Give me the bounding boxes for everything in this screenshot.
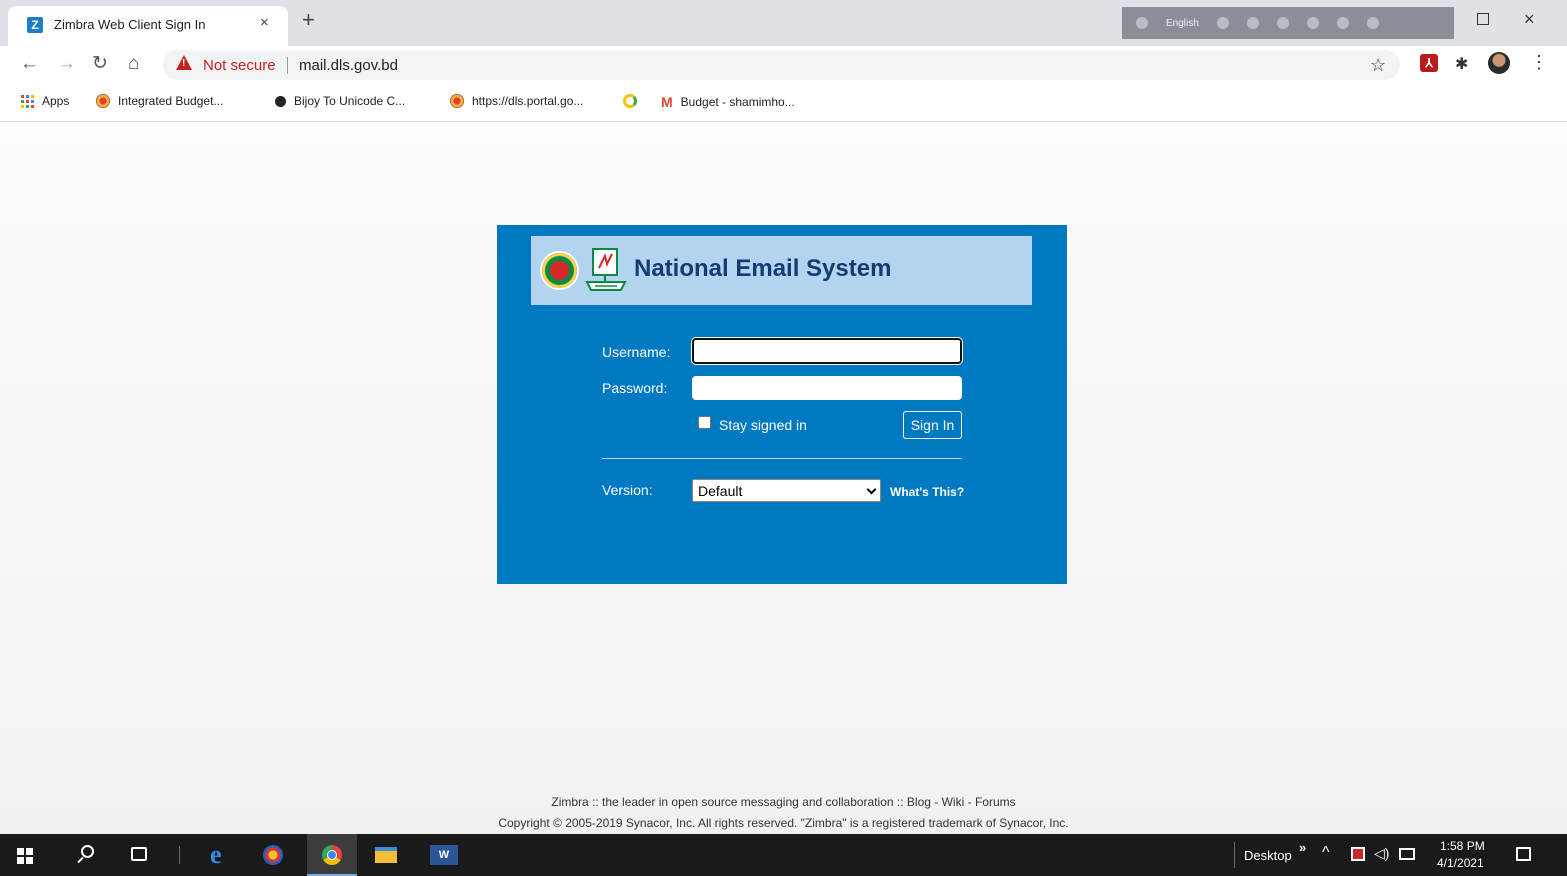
- footer-forums-link[interactable]: Forums: [975, 795, 1016, 809]
- footer-blog-link[interactable]: Blog: [907, 795, 931, 809]
- bookmark-integrated-budget[interactable]: Integrated Budget...: [96, 94, 223, 108]
- version-selected-value: Default: [698, 483, 743, 499]
- whats-this-link[interactable]: What's This?: [890, 485, 964, 499]
- form-divider: [602, 458, 962, 459]
- footer-line-1: Zimbra :: the leader in open source mess…: [0, 792, 1567, 813]
- file-explorer-icon[interactable]: [375, 847, 397, 863]
- taskbar-divider: [179, 846, 180, 864]
- word-icon[interactable]: W: [430, 845, 458, 865]
- zimbra-favicon-icon: Z: [27, 17, 43, 33]
- computer-logo-icon: [585, 248, 627, 291]
- window-restore-icon[interactable]: [1477, 13, 1489, 25]
- banner: National Email System: [531, 236, 1032, 305]
- ring-icon: [623, 94, 637, 108]
- language-indicator[interactable]: English: [1166, 18, 1199, 29]
- ime-icon[interactable]: [1136, 17, 1148, 29]
- extensions-puzzle-icon[interactable]: ✱: [1455, 54, 1468, 74]
- settings-icon[interactable]: [1276, 17, 1289, 29]
- clock-date[interactable]: 4/1/2021: [1437, 856, 1484, 870]
- address-bar[interactable]: Not secure mail.dls.gov.bd ☆: [163, 50, 1400, 80]
- app-icon[interactable]: [263, 845, 283, 865]
- circle-icon: [275, 95, 286, 107]
- tray-chevron-up-icon[interactable]: ^: [1322, 844, 1330, 862]
- windows-start-icon[interactable]: [17, 848, 33, 864]
- username-input[interactable]: [692, 338, 962, 364]
- stay-signed-in-label[interactable]: Stay signed in: [719, 417, 807, 433]
- footer-separator: -: [964, 795, 975, 809]
- bookmark-star-icon[interactable]: ☆: [1370, 55, 1386, 76]
- gmail-icon: M: [661, 94, 673, 110]
- bookmark-bijoy-unicode[interactable]: Bijoy To Unicode C...: [275, 94, 405, 108]
- bookmark-label: Integrated Budget...: [118, 94, 224, 108]
- edge-icon[interactable]: [1306, 17, 1319, 29]
- tray-divider: [1234, 842, 1235, 868]
- task-view-icon[interactable]: [131, 847, 147, 861]
- government-seal-icon: [540, 251, 579, 290]
- browser-tabstrip: Z Zimbra Web Client Sign In × + English …: [0, 0, 1567, 46]
- tray-app-icon[interactable]: [1351, 847, 1365, 861]
- bookmark-dls-portal[interactable]: https://dls.portal.go...: [450, 94, 583, 108]
- bookmark-label: https://dls.portal.go...: [472, 94, 584, 108]
- password-input[interactable]: [692, 376, 962, 400]
- windows-taskbar: e W Desktop » ^ ◁) 1:58 PM 4/1/2021: [0, 834, 1567, 876]
- bookmark-label: Apps: [42, 94, 70, 108]
- omnibox-divider: [287, 57, 288, 74]
- reload-icon[interactable]: ↻: [92, 54, 108, 74]
- security-status[interactable]: Not secure: [203, 57, 276, 74]
- footer-separator: -: [930, 795, 942, 809]
- toolbar-overflow-icon[interactable]: »: [1299, 840, 1306, 855]
- login-panel: National Email System Username: Password…: [497, 225, 1067, 584]
- tab-close-icon[interactable]: ×: [260, 14, 269, 31]
- help-icon[interactable]: [1336, 17, 1349, 29]
- bookmark-label: Bijoy To Unicode C...: [294, 94, 406, 108]
- keyboard-icon[interactable]: [1216, 17, 1229, 29]
- notification-icon[interactable]: [1516, 847, 1531, 861]
- pdf-extension-icon[interactable]: ⅄: [1420, 54, 1438, 72]
- password-label: Password:: [602, 380, 668, 396]
- new-tab-button[interactable]: +: [302, 9, 315, 31]
- chevron-down-icon: [866, 484, 877, 495]
- portal-icon: [450, 94, 464, 108]
- page-content: National Email System Username: Password…: [0, 122, 1567, 834]
- taskbar-search-icon[interactable]: [81, 845, 94, 858]
- menu-kebab-icon[interactable]: ⋮: [1530, 52, 1548, 73]
- bookmark-label: Budget - shamimho...: [680, 95, 795, 109]
- bookmark-apps[interactable]: Apps: [21, 94, 69, 108]
- footer-wiki-link[interactable]: Wiki: [942, 795, 965, 809]
- pin-icon[interactable]: [1246, 17, 1259, 29]
- tab-title: Zimbra Web Client Sign In: [54, 17, 206, 32]
- url-text[interactable]: mail.dls.gov.bd: [299, 57, 398, 74]
- stay-signed-in-checkbox[interactable]: [698, 416, 711, 429]
- back-icon[interactable]: ←: [20, 54, 39, 74]
- portal-icon: [96, 94, 110, 108]
- network-icon[interactable]: [1399, 848, 1415, 860]
- edge-icon[interactable]: e: [210, 840, 222, 870]
- username-label: Username:: [602, 344, 671, 360]
- apps-grid-icon: [21, 94, 34, 108]
- warning-icon[interactable]: [176, 55, 192, 70]
- desktop-toolbar-label[interactable]: Desktop: [1244, 848, 1292, 863]
- bookmarks-bar: Apps Integrated Budget... Bijoy To Unico…: [0, 84, 1567, 122]
- version-label: Version:: [602, 482, 653, 498]
- extension-toolbar: English: [1122, 7, 1454, 39]
- clock-time[interactable]: 1:58 PM: [1440, 839, 1485, 853]
- browser-tab[interactable]: Z Zimbra Web Client Sign In ×: [8, 6, 288, 46]
- speaker-icon[interactable]: ◁): [1374, 845, 1389, 862]
- footer-tagline: Zimbra :: the leader in open source mess…: [551, 795, 907, 809]
- sign-in-button[interactable]: Sign In: [903, 411, 962, 439]
- profile-avatar[interactable]: [1488, 52, 1510, 74]
- system-title: National Email System: [634, 255, 892, 282]
- browser-toolbar: ← → ↻ ⌂ Not secure mail.dls.gov.bd ☆ ⅄ ✱…: [0, 46, 1567, 84]
- window-close-icon[interactable]: ×: [1524, 9, 1535, 30]
- bookmark-budget-gmail[interactable]: M Budget - shamimho...: [661, 94, 795, 110]
- bookmark-ring[interactable]: [623, 94, 637, 108]
- footer-copyright: Copyright © 2005-2019 Synacor, Inc. All …: [498, 816, 1069, 830]
- minimize-icon[interactable]: [1366, 17, 1379, 29]
- forward-icon[interactable]: →: [57, 54, 76, 74]
- version-select[interactable]: Default: [692, 479, 881, 502]
- chrome-icon[interactable]: [322, 845, 342, 865]
- page-footer: Zimbra :: the leader in open source mess…: [0, 792, 1567, 834]
- home-icon[interactable]: ⌂: [128, 54, 139, 74]
